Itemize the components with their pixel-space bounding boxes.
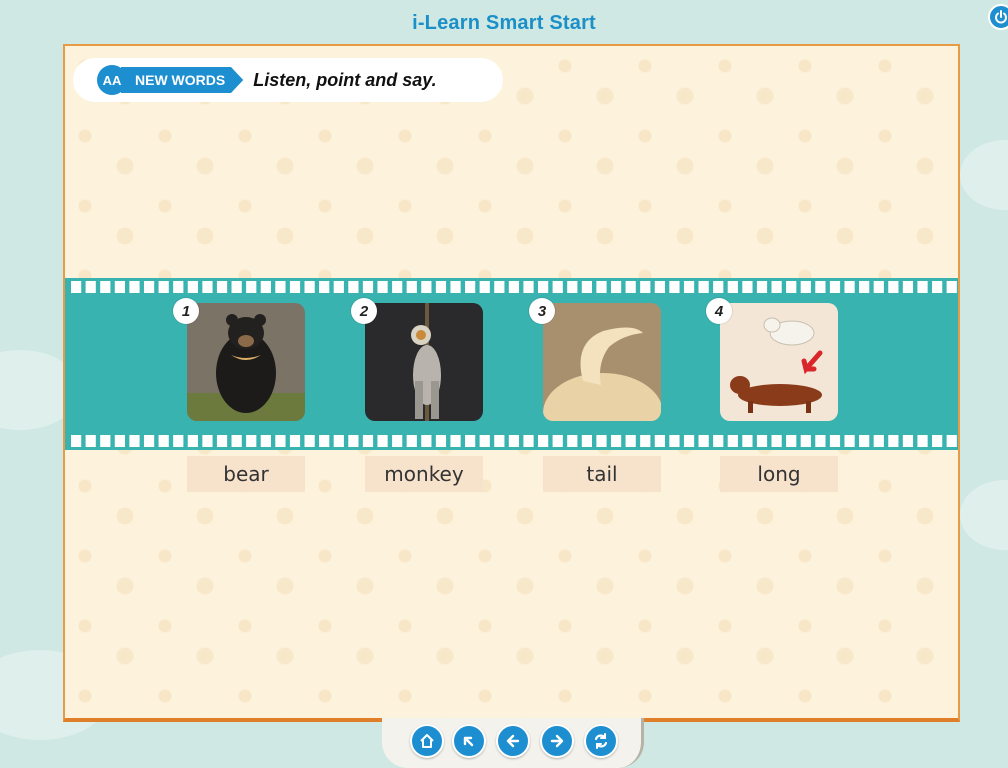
- replay-icon: [594, 733, 608, 749]
- lesson-stage: AA NEW WORDS Listen, point and say. 1 2: [63, 44, 960, 722]
- power-icon: [995, 10, 1007, 24]
- app-title: i-Learn Smart Start: [412, 12, 596, 34]
- dachshund-photo: [720, 303, 838, 421]
- instruction-text: Listen, point and say.: [253, 69, 437, 90]
- word-label-long[interactable]: long: [720, 456, 838, 492]
- card-image-long[interactable]: [720, 303, 838, 421]
- sun-bear-photo: [187, 303, 305, 421]
- power-button[interactable]: [988, 4, 1008, 30]
- langur-monkey-photo: [365, 303, 483, 421]
- next-icon: [550, 734, 564, 748]
- card-image-monkey[interactable]: [365, 303, 483, 421]
- dog-tail-photo: [543, 303, 661, 421]
- word-label-monkey[interactable]: monkey: [365, 456, 483, 492]
- back-to-top-icon: [463, 736, 474, 747]
- film-holes-bottom: [71, 435, 958, 447]
- back-to-top-button[interactable]: [452, 724, 486, 758]
- previous-button[interactable]: [496, 724, 530, 758]
- word-label-tail[interactable]: tail: [543, 456, 661, 492]
- home-button[interactable]: [410, 724, 444, 758]
- card-number-badge: 4: [706, 298, 732, 324]
- word-label-bear[interactable]: bear: [187, 456, 305, 492]
- card-number-badge: 3: [529, 298, 555, 324]
- card-image-tail[interactable]: [543, 303, 661, 421]
- card-image-bear[interactable]: [187, 303, 305, 421]
- card-number-badge: 2: [351, 298, 377, 324]
- previous-icon: [506, 734, 520, 748]
- new-words-tag: NEW WORDS: [121, 67, 244, 93]
- home-icon: [420, 734, 434, 748]
- film-holes-top: [71, 281, 958, 293]
- background-cloud: [960, 480, 1008, 550]
- next-button[interactable]: [540, 724, 574, 758]
- activity-header: AA NEW WORDS Listen, point and say.: [73, 58, 503, 102]
- background-cloud: [960, 140, 1008, 210]
- film-strip: 1 2 3 4: [65, 278, 958, 450]
- aa-letters-icon: AA: [97, 65, 127, 95]
- card-number-badge: 1: [173, 298, 199, 324]
- replay-button[interactable]: [584, 724, 618, 758]
